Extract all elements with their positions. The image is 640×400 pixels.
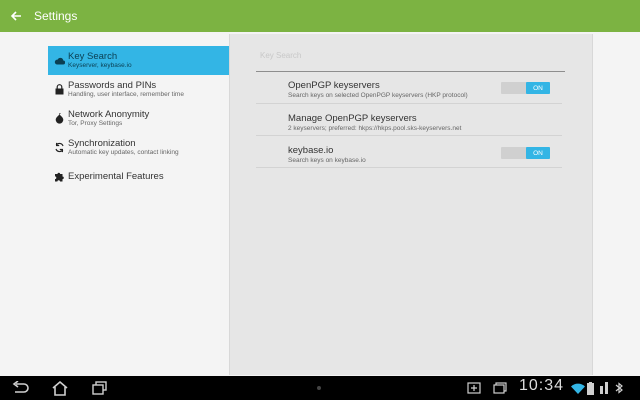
back-button[interactable] xyxy=(0,0,32,32)
nav-back-button[interactable] xyxy=(9,379,31,397)
nav-dot xyxy=(317,386,321,390)
pref-summary: 2 keyservers; preferred: hkps://hkps.poo… xyxy=(288,125,462,132)
sidebar-item-synchronization[interactable]: Synchronization Automatic key updates, c… xyxy=(48,133,229,162)
pref-manage-openpgp-keyservers[interactable]: Manage OpenPGP keyservers 2 keyservers; … xyxy=(288,113,568,133)
cloud-icon xyxy=(52,54,66,68)
recent-apps-icon xyxy=(92,381,107,395)
signal-icon xyxy=(600,381,608,395)
system-nav-bar: 10:34 xyxy=(0,376,640,400)
toggle-on-label: ON xyxy=(526,147,550,159)
sync-icon xyxy=(52,141,66,155)
arrow-left-icon xyxy=(10,11,21,21)
bluetooth-icon xyxy=(614,381,624,395)
sidebar-item-label: Passwords and PINs xyxy=(68,80,157,91)
nav-recents-button[interactable] xyxy=(89,379,111,397)
sidebar-item-passwords[interactable]: Passwords and PINs Handling, user interf… xyxy=(48,75,229,104)
nav-home-button[interactable] xyxy=(49,379,71,397)
app-bar: Settings xyxy=(0,0,640,32)
toggle-on-label: ON xyxy=(526,82,550,94)
sidebar-item-summary: Handling, user interface, remember time xyxy=(68,91,184,98)
sidebar-item-key-search[interactable]: Key Search Keyserver, keybase.io xyxy=(48,46,229,75)
sidebar-item-label: Key Search xyxy=(68,51,118,62)
sidebar-item-label: Experimental Features xyxy=(68,171,164,182)
openpgp-keyservers-toggle[interactable]: ON xyxy=(501,82,550,94)
pref-title: Manage OpenPGP keyservers xyxy=(288,113,417,124)
home-icon xyxy=(52,380,68,396)
screenshot-icon[interactable] xyxy=(467,381,481,395)
battery-icon xyxy=(587,381,594,395)
onion-icon xyxy=(52,112,66,126)
keybase-io-toggle[interactable]: ON xyxy=(501,147,550,159)
page-title: Settings xyxy=(34,9,78,23)
panel-title: Key Search xyxy=(260,51,302,60)
settings-content: Key Search Keyserver, keybase.io Passwor… xyxy=(0,32,640,376)
wifi-icon xyxy=(571,381,585,395)
sidebar-item-summary: Automatic key updates, contact linking xyxy=(68,149,179,156)
detail-panel: Key Search OpenPGP keyservers Search key… xyxy=(229,34,593,375)
divider xyxy=(256,103,562,104)
settings-sidebar: Key Search Keyserver, keybase.io Passwor… xyxy=(48,46,229,191)
sidebar-item-network-anonymity[interactable]: Network Anonymity Tor, Proxy Settings xyxy=(48,104,229,133)
sidebar-item-label: Synchronization xyxy=(68,138,136,149)
divider xyxy=(256,71,565,72)
sidebar-item-summary: Tor, Proxy Settings xyxy=(68,120,123,127)
lock-icon xyxy=(52,83,66,97)
divider xyxy=(256,135,562,136)
divider xyxy=(256,167,562,168)
gallery-icon[interactable] xyxy=(493,381,507,395)
status-clock: 10:34 xyxy=(519,377,565,394)
puzzle-piece-icon xyxy=(52,170,66,184)
back-arrow-icon xyxy=(12,381,29,393)
sidebar-item-experimental-features[interactable]: Experimental Features xyxy=(48,162,229,191)
sidebar-item-label: Network Anonymity xyxy=(68,109,150,120)
sidebar-item-summary: Keyserver, keybase.io xyxy=(68,62,132,69)
